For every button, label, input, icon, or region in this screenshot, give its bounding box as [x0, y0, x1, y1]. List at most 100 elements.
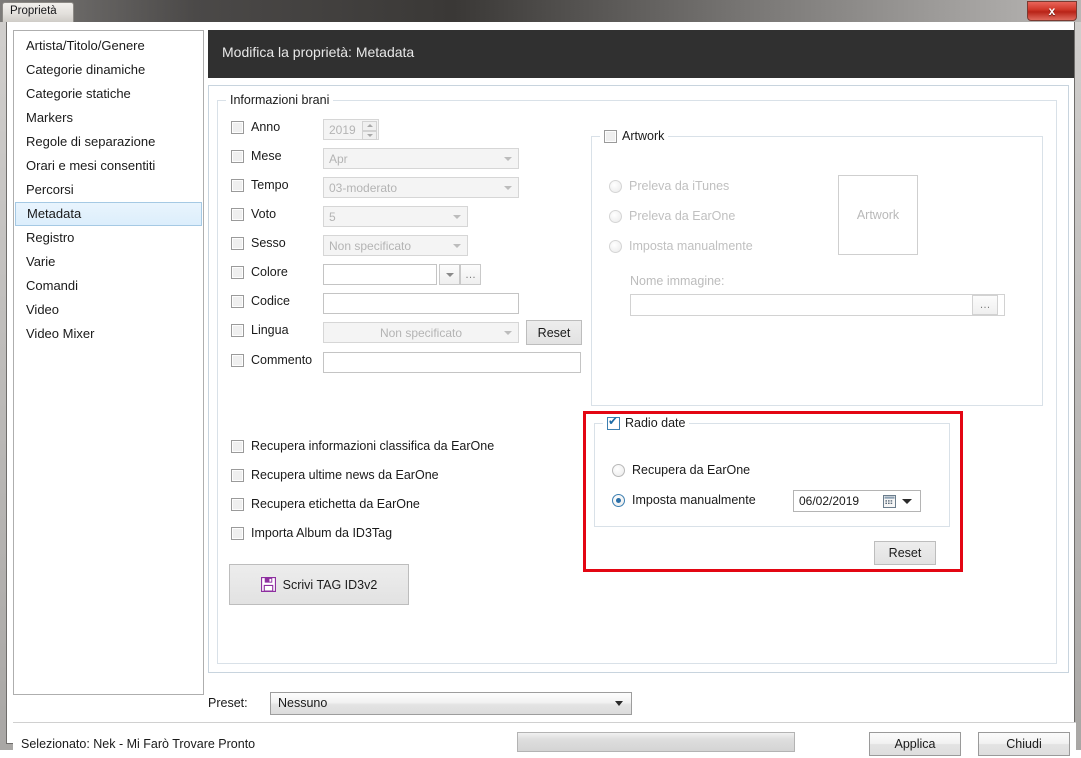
checkbox-label: Recupera ultime news da EarOne: [251, 468, 439, 482]
artwork-thumbnail-placeholder: Artwork: [856, 208, 900, 222]
combo-lingua-value: Non specificato: [379, 325, 463, 340]
combo-tempo[interactable]: 03-moderato: [323, 177, 519, 198]
row-voto: Voto: [231, 207, 276, 221]
checkbox-box[interactable]: [231, 439, 244, 453]
radio-button[interactable]: [612, 463, 625, 477]
checkbox-box[interactable]: [231, 468, 244, 482]
artwork-thumbnail[interactable]: Artwork: [838, 175, 918, 255]
radio-button[interactable]: [609, 209, 622, 223]
combo-mese[interactable]: Apr: [323, 148, 519, 169]
close-label: Chiudi: [1006, 737, 1042, 751]
checkbox-recupera-etichetta-earone[interactable]: Recupera etichetta da EarOne: [231, 497, 420, 511]
sidebar-item-registro[interactable]: Registro: [14, 226, 203, 250]
checkbox-artwork[interactable]: [604, 129, 617, 143]
checkbox-codice[interactable]: [231, 294, 244, 308]
colore-dropdown-button[interactable]: [439, 264, 460, 285]
radio-date-caption-label: Radio date: [625, 416, 686, 430]
chevron-down-icon: [445, 272, 454, 277]
checkbox-voto[interactable]: [231, 207, 244, 221]
sidebar-item-video[interactable]: Video: [14, 298, 203, 322]
chevron-down-icon: [453, 214, 461, 219]
row-commento: Commento: [231, 353, 312, 367]
lingua-reset-label: Reset: [537, 325, 571, 340]
close-icon[interactable]: x: [1027, 1, 1077, 21]
input-colore[interactable]: [323, 264, 437, 285]
sidebar-item-artista-titolo-genere[interactable]: Artista/Titolo/Genere: [14, 34, 203, 58]
apply-button[interactable]: Applica: [869, 732, 961, 756]
checkbox-lingua[interactable]: [231, 323, 244, 337]
checkbox-box[interactable]: [231, 526, 244, 540]
radio-date-reset-label: Reset: [888, 546, 922, 560]
ellipsis-icon: …: [979, 299, 991, 311]
lingua-reset-button[interactable]: Reset: [526, 320, 582, 345]
radio-imposta-manualmente-artwork[interactable]: Imposta manualmente: [609, 239, 753, 253]
checkbox-sesso[interactable]: [231, 236, 244, 250]
sidebar-item-markers[interactable]: Markers: [14, 106, 203, 130]
ellipsis-icon: …: [465, 268, 476, 281]
page-title: Modifica la proprietà: Metadata: [208, 30, 1074, 78]
label-mese: Mese: [251, 149, 282, 163]
checkbox-anno[interactable]: [231, 120, 244, 134]
radio-label: Imposta manualmente: [629, 239, 753, 253]
combo-sesso[interactable]: Non specificato: [323, 235, 468, 256]
radio-button[interactable]: [609, 179, 622, 193]
input-commento[interactable]: [323, 352, 581, 373]
colore-browse-button[interactable]: …: [460, 264, 481, 285]
row-sesso: Sesso: [231, 236, 286, 250]
checkbox-importa-album-id3tag[interactable]: Importa Album da ID3Tag: [231, 526, 392, 540]
calendar-icon[interactable]: [883, 495, 896, 508]
radio-preleva-da-itunes[interactable]: Preleva da iTunes: [609, 179, 729, 193]
window-tab-proprieta[interactable]: Proprietà: [2, 2, 74, 22]
sidebar-item-orari-e-mesi-consentiti[interactable]: Orari e mesi consentiti: [14, 154, 203, 178]
chevron-down-icon: [504, 156, 512, 161]
input-codice[interactable]: [323, 293, 519, 314]
radio-date-reset-button[interactable]: Reset: [874, 541, 936, 565]
checkbox-label: Importa Album da ID3Tag: [251, 526, 393, 540]
sidebar-item-regole-di-separazione[interactable]: Regole di separazione: [14, 130, 203, 154]
sidebar-item-percorsi[interactable]: Percorsi: [14, 178, 203, 202]
radio-button[interactable]: [612, 493, 625, 507]
row-mese: Mese: [231, 149, 282, 163]
input-anno[interactable]: 2019: [323, 119, 379, 140]
radio-label: Recupera da EarOne: [632, 463, 751, 477]
checkbox-radio-date[interactable]: [607, 415, 620, 430]
combo-lingua[interactable]: Non specificato: [323, 322, 519, 343]
radio-imposta-manualmente-date[interactable]: Imposta manualmente: [612, 493, 756, 507]
input-radio-date[interactable]: 06/02/2019: [793, 490, 921, 512]
checkbox-commento[interactable]: [231, 353, 244, 367]
artwork-caption: Artwork: [600, 129, 669, 143]
row-tempo: Tempo: [231, 178, 289, 192]
scrivi-tag-id3v2-button[interactable]: Scrivi TAG ID3v2: [229, 564, 409, 605]
row-codice: Codice: [231, 294, 290, 308]
sidebar-item-comandi[interactable]: Comandi: [14, 274, 203, 298]
combo-voto[interactable]: 5: [323, 206, 468, 227]
sidebar-item-varie[interactable]: Varie: [14, 250, 203, 274]
radio-preleva-da-earone[interactable]: Preleva da EarOne: [609, 209, 735, 223]
combo-mese-value: Apr: [329, 151, 348, 166]
spinner-down-icon[interactable]: [362, 130, 377, 140]
chevron-down-icon[interactable]: [902, 499, 912, 504]
checkbox-box[interactable]: [231, 497, 244, 511]
input-anno-value: 2019: [329, 122, 356, 137]
checkbox-mese[interactable]: [231, 149, 244, 163]
checkbox-tempo[interactable]: [231, 178, 244, 192]
spinner-anno[interactable]: [362, 121, 377, 140]
radio-button[interactable]: [609, 239, 622, 253]
sidebar-item-metadata[interactable]: Metadata: [15, 202, 202, 226]
checkbox-colore[interactable]: [231, 265, 244, 279]
right-pane: Modifica la proprietà: Metadata Informaz…: [208, 30, 1074, 695]
close-button[interactable]: Chiudi: [978, 732, 1070, 756]
input-nome-immagine[interactable]: [630, 294, 1005, 316]
radio-date-caption: Radio date: [603, 415, 690, 430]
checkbox-recupera-classifica-earone[interactable]: Recupera informazioni classifica da EarO…: [231, 439, 494, 453]
checkbox-label: Recupera etichetta da EarOne: [251, 497, 420, 511]
checkbox-recupera-ultime-news-earone[interactable]: Recupera ultime news da EarOne: [231, 468, 439, 482]
preset-combo[interactable]: Nessuno: [270, 691, 632, 715]
nome-immagine-browse-button[interactable]: …: [972, 295, 998, 315]
sidebar-item-video-mixer[interactable]: Video Mixer: [14, 322, 203, 346]
radio-recupera-da-earone-date[interactable]: Recupera da EarOne: [612, 463, 750, 477]
sidebar-item-categorie-statiche[interactable]: Categorie statiche: [14, 82, 203, 106]
sidebar-item-categorie-dinamiche[interactable]: Categorie dinamiche: [14, 58, 203, 82]
spinner-up-icon[interactable]: [362, 121, 377, 131]
category-sidebar[interactable]: Artista/Titolo/Genere Categorie dinamich…: [13, 30, 204, 695]
